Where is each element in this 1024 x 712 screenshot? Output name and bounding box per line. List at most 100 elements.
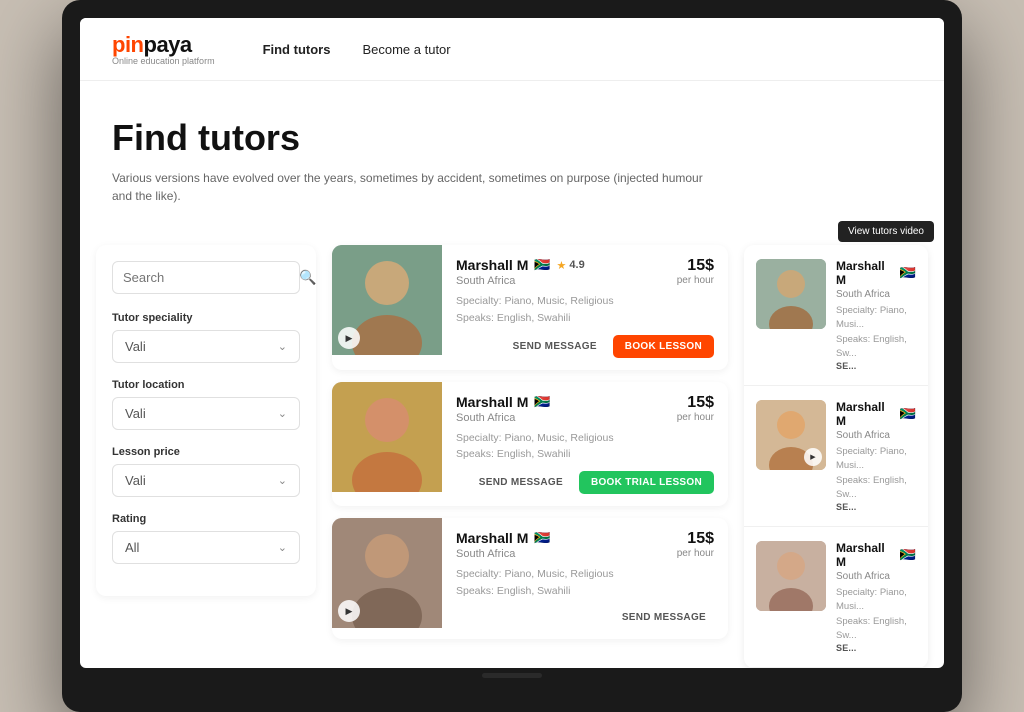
specialty-value: Piano, Music, Religious: [504, 432, 613, 444]
send-message-button[interactable]: SEND MESSAGE: [614, 608, 714, 627]
laptop-frame: pinpaya Online education platform Find t…: [62, 0, 962, 712]
right-tutor-info: Marshall M 🇿🇦 South Africa Specialty: Pi…: [836, 400, 916, 512]
price-per: per hour: [677, 275, 714, 286]
tutor-header: Marshall M 🇿🇦 ★ 4.9 South Africa: [456, 257, 714, 293]
chevron-down-icon: ⌄: [278, 541, 287, 554]
laptop-chin: [80, 668, 944, 682]
location-select[interactable]: Vali ⌄: [112, 397, 300, 430]
price-col: 15$ per hour: [677, 394, 714, 423]
right-send-button[interactable]: SE...: [836, 502, 916, 512]
tutor-actions: SEND MESSAGE BOOK LESSON: [456, 335, 714, 358]
flag-icon: 🇿🇦: [534, 257, 550, 273]
right-panel: View tutors video: [744, 229, 944, 668]
speaks-value: English, Swahili: [497, 448, 571, 460]
right-send-button[interactable]: SE...: [836, 643, 916, 653]
specialty-label: Specialty:: [456, 295, 502, 307]
hero-description: Various versions have evolved over the y…: [112, 169, 712, 205]
content-row: 🔍 Tutor speciality Vali ⌄ Tutor location…: [80, 229, 944, 668]
tutor-card: ▶ Marshall M 🇿🇦 ★: [332, 245, 728, 370]
search-box[interactable]: 🔍: [112, 261, 300, 294]
right-tutor-photo: ▶: [756, 400, 826, 470]
nav-find-tutors[interactable]: Find tutors: [263, 42, 331, 57]
tutor-card: Marshall M 🇿🇦 South Africa 15$ per hour: [332, 382, 728, 507]
tutor-info: Marshall M 🇿🇦 South Africa 15$ per hour: [442, 518, 728, 639]
speaks-value: English, Swahili: [497, 312, 571, 324]
tutor-name: Marshall M: [456, 530, 528, 546]
rating-row: ★ 4.9: [557, 259, 585, 272]
tutor-actions: SEND MESSAGE BOOK TRIAL LESSON: [456, 471, 714, 494]
tutor-location: South Africa: [456, 548, 551, 560]
star-icon: ★: [557, 259, 567, 272]
tutor-details: Specialty: Piano, Music, Religious Speak…: [456, 430, 714, 464]
rating-label: Rating: [112, 513, 300, 525]
tutor-card: ▶ Marshall M 🇿🇦 South Africa: [332, 518, 728, 639]
speaks-label: Speaks:: [456, 585, 494, 597]
tutor-name-row: Marshall M 🇿🇦: [456, 530, 551, 546]
laptop-screen: pinpaya Online education platform Find t…: [80, 18, 944, 668]
tutor-info: Marshall M 🇿🇦 ★ 4.9 South Africa: [442, 245, 728, 370]
location-filter: Tutor location Vali ⌄: [112, 379, 300, 430]
chevron-down-icon: ⌄: [278, 474, 287, 487]
tutor-location: South Africa: [456, 275, 585, 287]
right-tutor-card: ▶ Marshall M 🇿🇦 South Africa Specialty: …: [744, 386, 928, 527]
tutor-list: ▶ Marshall M 🇿🇦 ★: [332, 229, 744, 668]
chevron-down-icon: ⌄: [278, 407, 287, 420]
tutor-actions: SEND MESSAGE: [456, 608, 714, 627]
speaks-label: Speaks:: [456, 312, 494, 324]
book-trial-button[interactable]: BOOK TRIAL LESSON: [579, 471, 714, 494]
price-label: Lesson price: [112, 446, 300, 458]
right-tutor-card: Marshall M 🇿🇦 South Africa Specialty: Pi…: [744, 527, 928, 668]
rating-select[interactable]: All ⌄: [112, 531, 300, 564]
tutor-photo: [332, 382, 442, 492]
tutor-details: Specialty: Piano, Music, Religious Speak…: [456, 566, 714, 600]
send-message-button[interactable]: SEND MESSAGE: [471, 473, 571, 492]
right-tutor-info: Marshall M 🇿🇦 South Africa Specialty: Pi…: [836, 541, 916, 653]
logo: pinpaya Online education platform: [112, 32, 215, 66]
right-tutor-location: South Africa: [836, 571, 916, 582]
brand-tagline: Online education platform: [112, 56, 215, 66]
right-tutor-location: South Africa: [836, 430, 916, 441]
page-title: Find tutors: [112, 117, 912, 159]
location-label: Tutor location: [112, 379, 300, 391]
right-cards-container: Marshall M 🇿🇦 South Africa Specialty: Pi…: [744, 245, 928, 668]
right-send-button[interactable]: SE...: [836, 361, 916, 371]
price-col: 15$ per hour: [677, 257, 714, 286]
price-col: 15$ per hour: [677, 530, 714, 559]
nav-become-tutor[interactable]: Become a tutor: [362, 42, 450, 57]
right-tutor-card: Marshall M 🇿🇦 South Africa Specialty: Pi…: [744, 245, 928, 386]
price-select[interactable]: Vali ⌄: [112, 464, 300, 497]
right-tutor-photo: [756, 259, 826, 329]
send-message-button[interactable]: SEND MESSAGE: [505, 337, 605, 356]
tutor-name-row: Marshall M 🇿🇦: [456, 394, 551, 410]
play-button[interactable]: ▶: [804, 448, 822, 466]
flag-icon: 🇿🇦: [900, 547, 916, 563]
right-tutor-details: Specialty: Piano, Musi... Speaks: Englis…: [836, 586, 916, 643]
filters-sidebar: 🔍 Tutor speciality Vali ⌄ Tutor location…: [96, 245, 316, 596]
speciality-select[interactable]: Vali ⌄: [112, 330, 300, 363]
brand-name: pinpaya: [112, 32, 215, 58]
book-lesson-button[interactable]: BOOK LESSON: [613, 335, 714, 358]
right-tutor-name: Marshall M 🇿🇦: [836, 400, 916, 428]
price-amount: 15$: [677, 257, 714, 275]
speciality-value: Vali: [125, 339, 146, 354]
nav-links: Find tutors Become a tutor: [263, 42, 451, 57]
price-amount: 15$: [677, 530, 714, 548]
play-button[interactable]: ▶: [338, 327, 360, 349]
laptop-notch: [482, 673, 542, 678]
rating-filter: Rating All ⌄: [112, 513, 300, 564]
tutor-name: Marshall M: [456, 257, 528, 273]
tutor-header: Marshall M 🇿🇦 South Africa 15$ per hour: [456, 530, 714, 566]
flag-icon: 🇿🇦: [534, 394, 550, 410]
speaks-label: Speaks:: [456, 448, 494, 460]
view-video-badge[interactable]: View tutors video: [838, 221, 934, 242]
right-tutor-details: Specialty: Piano, Musi... Speaks: Englis…: [836, 304, 916, 361]
chevron-down-icon: ⌄: [278, 340, 287, 353]
price-amount: 15$: [677, 394, 714, 412]
specialty-label: Specialty:: [456, 432, 502, 444]
right-tutor-details: Specialty: Piano, Musi... Speaks: Englis…: [836, 445, 916, 502]
right-tutor-photo: [756, 541, 826, 611]
search-input[interactable]: [123, 270, 299, 285]
rating-value: 4.9: [569, 259, 584, 271]
price-value: Vali: [125, 473, 146, 488]
rating-value: All: [125, 540, 139, 555]
